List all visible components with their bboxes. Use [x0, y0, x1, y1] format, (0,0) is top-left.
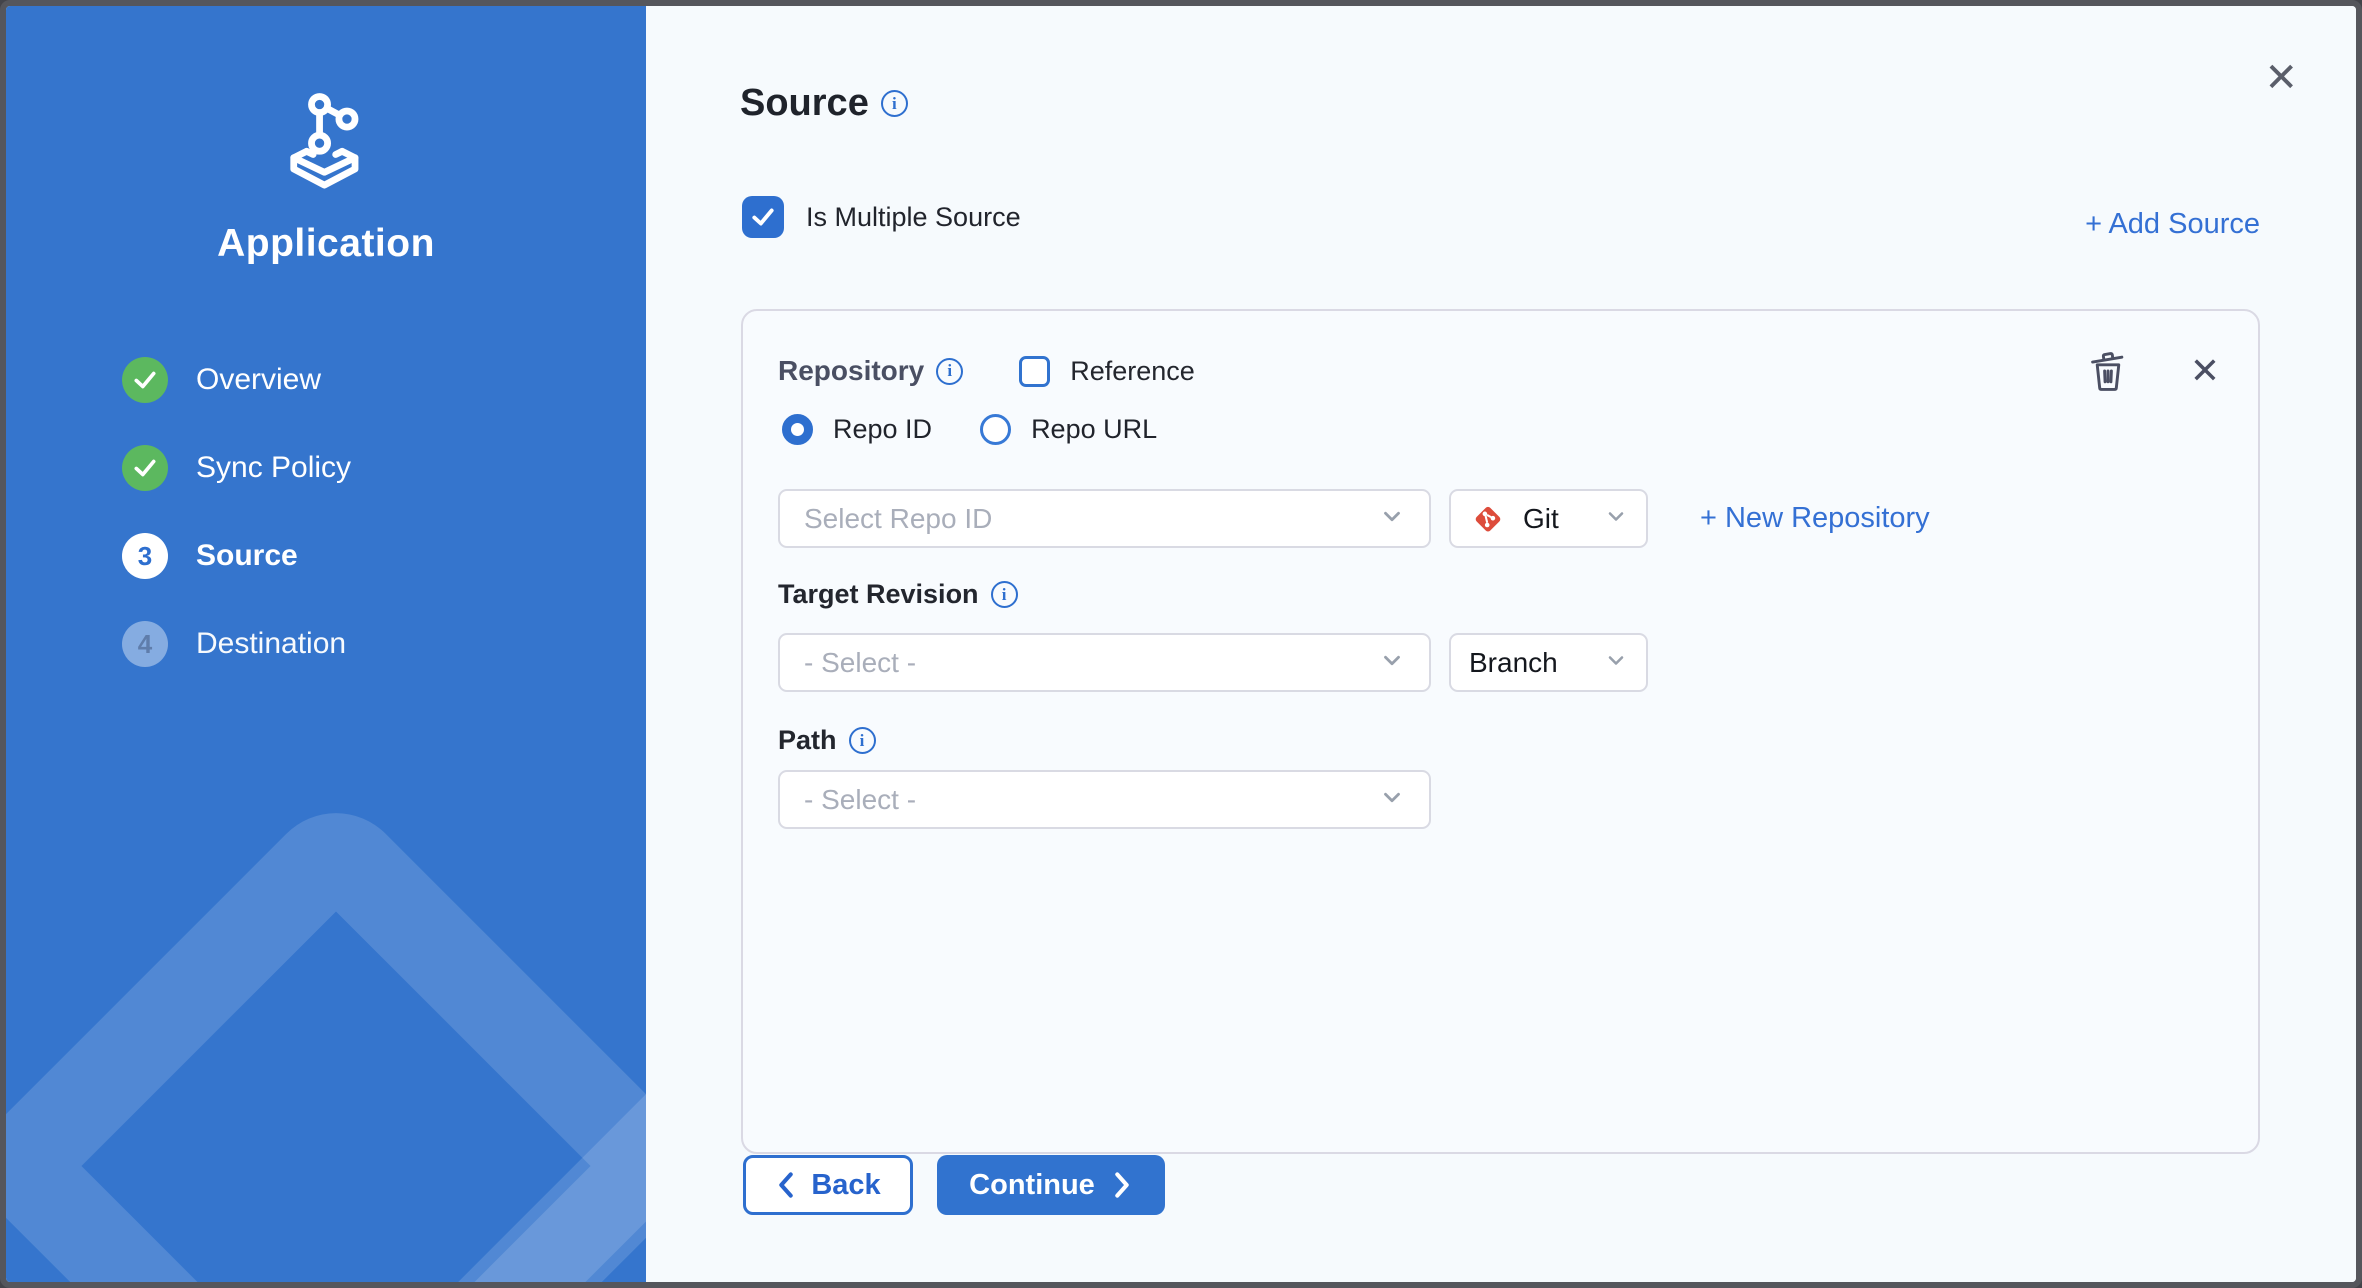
reference-label: Reference: [1070, 356, 1195, 387]
target-revision-label-row: Target Revision i: [778, 579, 1018, 610]
revision-type-value: Branch: [1469, 647, 1558, 679]
is-multiple-source-label: Is Multiple Source: [806, 202, 1021, 233]
close-icon[interactable]: ✕: [2264, 58, 2298, 98]
target-revision-row: - Select - Branch: [778, 633, 1648, 692]
wizard-steps: Overview Sync Policy 3 Source 4 Destinat…: [122, 357, 351, 709]
chevron-down-icon: [1379, 647, 1405, 678]
step-label: Destination: [196, 627, 346, 661]
target-revision-placeholder: - Select -: [804, 647, 916, 679]
step-number-badge: 3: [122, 533, 168, 579]
wizard-footer: Back Continue: [743, 1155, 1165, 1215]
back-button-label: Back: [811, 1169, 880, 1202]
repo-id-select[interactable]: Select Repo ID: [778, 489, 1431, 548]
info-icon[interactable]: i: [936, 358, 963, 385]
git-icon: [1469, 500, 1507, 538]
repo-url-radio[interactable]: [980, 414, 1011, 445]
continue-button-label: Continue: [969, 1169, 1095, 1202]
reference-checkbox[interactable]: [1019, 356, 1050, 387]
target-revision-label: Target Revision: [778, 579, 979, 610]
revision-type-select[interactable]: Branch: [1449, 633, 1648, 692]
check-icon: [122, 357, 168, 403]
repo-id-radio[interactable]: [782, 414, 813, 445]
target-revision-select[interactable]: - Select -: [778, 633, 1431, 692]
path-select[interactable]: - Select -: [778, 770, 1431, 829]
continue-button[interactable]: Continue: [937, 1155, 1165, 1215]
path-label-row: Path i: [778, 725, 876, 756]
provider-value: Git: [1523, 503, 1559, 535]
trash-icon[interactable]: [2088, 349, 2128, 393]
page-title: Source: [740, 82, 869, 125]
add-source-link[interactable]: + Add Source: [2085, 208, 2260, 241]
source-card: Repository i Reference: [741, 309, 2260, 1154]
repo-id-label: Repo ID: [833, 414, 932, 445]
source-step-panel: Source i ✕ Is Multiple Source + Add Sour…: [646, 6, 2356, 1282]
is-multiple-source-checkbox[interactable]: [742, 196, 784, 238]
info-icon[interactable]: i: [849, 727, 876, 754]
provider-select[interactable]: Git: [1449, 489, 1648, 548]
step-sync-policy[interactable]: Sync Policy: [122, 445, 351, 491]
repo-mode-radios: Repo ID Repo URL: [782, 414, 1205, 445]
card-actions: ✕: [2088, 349, 2220, 393]
info-icon[interactable]: i: [991, 581, 1018, 608]
card-header: Repository i Reference: [778, 349, 2220, 393]
new-repository-link[interactable]: + New Repository: [1700, 502, 1930, 535]
step-overview[interactable]: Overview: [122, 357, 351, 403]
reference-row: Reference: [1019, 356, 1195, 387]
application-box-branch-icon: [6, 90, 646, 190]
repo-id-placeholder: Select Repo ID: [804, 503, 992, 535]
wizard-sidebar: Application Overview Sync Policy 3 Sourc…: [6, 6, 646, 1282]
path-label: Path: [778, 725, 837, 756]
path-row: - Select -: [778, 770, 1431, 829]
step-destination[interactable]: 4 Destination: [122, 621, 351, 667]
chevron-down-icon: [1604, 648, 1628, 677]
chevron-down-icon: [1604, 504, 1628, 533]
path-placeholder: - Select -: [804, 784, 916, 816]
sidebar-title: Application: [6, 222, 646, 266]
info-icon[interactable]: i: [881, 90, 908, 117]
step-source[interactable]: 3 Source: [122, 533, 351, 579]
step-label: Sync Policy: [196, 451, 351, 485]
check-icon: [122, 445, 168, 491]
step-number-badge: 4: [122, 621, 168, 667]
application-modal: Application Overview Sync Policy 3 Sourc…: [0, 0, 2362, 1288]
step-label: Source: [196, 539, 298, 573]
remove-source-icon[interactable]: ✕: [2190, 353, 2220, 389]
repo-url-label: Repo URL: [1031, 414, 1157, 445]
repo-select-row: Select Repo ID: [778, 489, 1930, 548]
is-multiple-source-row: Is Multiple Source: [742, 196, 1021, 238]
chevron-down-icon: [1379, 503, 1405, 534]
page-title-row: Source i: [740, 82, 908, 125]
chevron-down-icon: [1379, 784, 1405, 815]
back-button[interactable]: Back: [743, 1155, 913, 1215]
repository-label: Repository: [778, 355, 924, 387]
step-label: Overview: [196, 363, 321, 397]
